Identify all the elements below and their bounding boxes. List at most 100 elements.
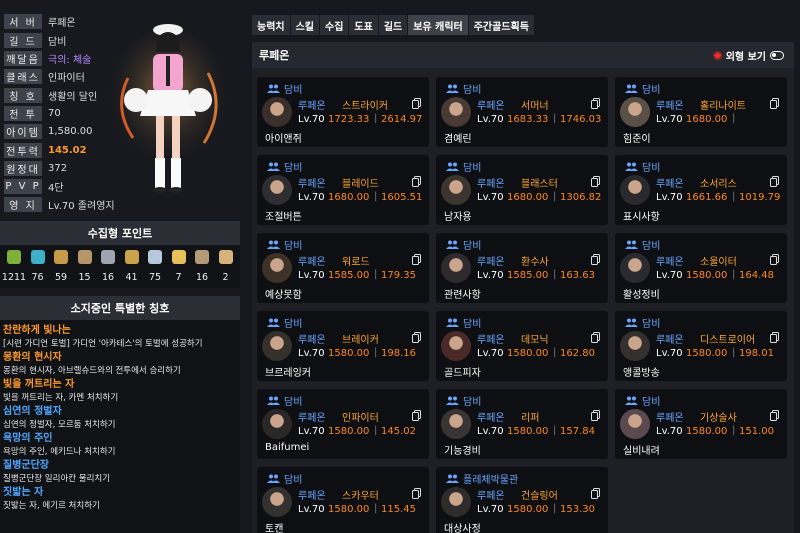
item-level: 1680.00 <box>507 192 549 203</box>
character-card[interactable]: 담비 루페온 환수사 Lv.70 1585.00 | 163.63 관련사항 <box>436 233 608 303</box>
tab-1[interactable]: 스킬 <box>290 15 320 35</box>
character-card[interactable]: 담비 루페온 소울이터 Lv.70 1580.00 | 164.48 활성정비 <box>615 233 787 303</box>
value-divider: | <box>374 113 378 124</box>
title-name: 찬란하게 빛나는 <box>3 325 71 336</box>
character-class: 건슬링어 <box>521 491 558 502</box>
copy-icon[interactable] <box>770 254 779 265</box>
item-level: 1580.00 <box>686 426 728 437</box>
collect-item[interactable]: 59 <box>50 246 72 288</box>
people-icon <box>446 474 459 483</box>
character-guild: 담비 <box>625 81 660 96</box>
copy-icon[interactable] <box>770 176 779 187</box>
outfit-toggle[interactable]: ✺ 외형 보기 <box>713 48 784 63</box>
people-icon <box>446 84 459 93</box>
collect-item[interactable]: 1211 <box>1 246 27 288</box>
character-card[interactable]: 담비 루페온 홀리나이트 Lv.70 1680.00 | 힘준이 <box>615 77 787 147</box>
tab-0[interactable]: 능력치 <box>252 15 290 35</box>
copy-icon[interactable] <box>591 332 600 343</box>
guild-name: 담비 <box>463 241 482 252</box>
title-list: 찬란하게 빛나는 [시련 가디언 토벌] 가디언 '아카테스'의 토벌에 성공하기… <box>0 320 240 533</box>
character-card[interactable]: 담비 루페온 인파이터 Lv.70 1580.00 | 145.02 Baifumei <box>257 389 429 459</box>
character-name: 브르레잉커 <box>265 368 311 379</box>
character-name: 활성정비 <box>623 290 660 301</box>
character-avatar <box>620 409 650 439</box>
combat-power: 179.35 <box>381 270 416 281</box>
copy-icon[interactable] <box>591 488 600 499</box>
value-divider: | <box>374 347 378 358</box>
copy-icon[interactable] <box>770 98 779 109</box>
server-title: 루페온 <box>259 49 290 62</box>
profile-label: 아이템 <box>4 123 42 139</box>
people-icon <box>267 162 280 171</box>
character-server: 루페온 <box>477 179 505 190</box>
character-level: Lv.70 <box>298 114 325 125</box>
copy-icon[interactable] <box>412 332 421 343</box>
copy-icon[interactable] <box>412 98 421 109</box>
character-server: 루페온 <box>477 491 505 502</box>
character-card[interactable]: 담비 루페온 스트라이커 Lv.70 1723.33 | 2614.97 아이앤쥐 <box>257 77 429 147</box>
collect-item[interactable]: 16 <box>191 246 213 288</box>
copy-icon[interactable] <box>591 410 600 421</box>
copy-icon[interactable] <box>412 410 421 421</box>
collect-value: 16 <box>195 272 209 283</box>
character-server: 루페온 <box>477 413 505 424</box>
character-card[interactable]: 담비 루페온 블레이드 Lv.70 1680.00 | 1605.51 조절버튼 <box>257 155 429 225</box>
character-level: Lv.70 <box>298 270 325 281</box>
tab-4[interactable]: 길드 <box>378 15 408 35</box>
tab-2[interactable]: 수집 <box>320 15 349 35</box>
character-guild: 담비 <box>625 393 660 408</box>
profile-panel: 서 버 루페온 길 드 담비 깨달음 극의: 체술 클래스 인파이터 칭 호 생활의 달인 전 투 7… <box>0 0 240 533</box>
copy-icon[interactable] <box>412 176 421 187</box>
character-card[interactable]: 담비 루페온 워로드 Lv.70 1585.00 | 179.35 예상못함 <box>257 233 429 303</box>
profile-value: Lv.70 졸려영지 <box>48 200 115 212</box>
copy-icon[interactable] <box>591 98 600 109</box>
copy-icon[interactable] <box>591 254 600 265</box>
tab-6[interactable]: 주간골드획득 <box>468 15 534 35</box>
character-server: 루페온 <box>656 179 684 190</box>
character-card[interactable]: 담비 루페온 기상술사 Lv.70 1580.00 | 151.00 실비내려 <box>615 389 787 459</box>
character-guild: 담비 <box>446 159 481 174</box>
profile-value: 372 <box>48 162 68 174</box>
collect-points: 1211 76 59 15 16 41 75 7 16 2 <box>0 246 240 288</box>
character-card[interactable]: 담비 루페온 서머너 Lv.70 1683.33 | 1746.03 겸예린 <box>436 77 608 147</box>
guild-name: 담비 <box>642 397 661 408</box>
copy-icon[interactable] <box>591 176 600 187</box>
art-masterpiece-icon <box>124 250 139 264</box>
collect-item[interactable]: 75 <box>144 246 166 288</box>
item-level: 1580.00 <box>507 348 549 359</box>
character-level: Lv.70 <box>298 504 325 515</box>
guild-name: 플레체박물관 <box>463 475 519 486</box>
profile-value: 145.02 <box>48 144 87 156</box>
character-card[interactable]: 담비 루페온 브레이커 Lv.70 1580.00 | 198.16 브르레잉커 <box>257 311 429 381</box>
copy-icon[interactable] <box>412 488 421 499</box>
tab-3[interactable]: 도표 <box>349 15 378 35</box>
collect-value: 1211 <box>1 272 27 283</box>
character-guild: 담비 <box>267 237 302 252</box>
character-guild: 담비 <box>446 81 481 96</box>
character-card[interactable]: 담비 루페온 데모닉 Lv.70 1580.00 | 162.80 골드피자 <box>436 311 608 381</box>
character-card[interactable]: 플레체박물관 루페온 건슬링어 Lv.70 1580.00 | 153.30 대상사정 <box>436 467 608 533</box>
character-avatar <box>620 253 650 283</box>
collect-item[interactable]: 15 <box>74 246 96 288</box>
character-card[interactable]: 담비 루페온 스카우터 Lv.70 1580.00 | 115.45 토캔 <box>257 467 429 533</box>
collect-item[interactable]: 76 <box>27 246 49 288</box>
copy-icon[interactable] <box>770 410 779 421</box>
collect-item[interactable]: 7 <box>168 246 190 288</box>
tab-5[interactable]: 보유 캐릭터 <box>408 15 468 35</box>
collect-item[interactable]: 2 <box>215 246 237 288</box>
collect-item[interactable]: 41 <box>121 246 143 288</box>
title-description: 욕망의 주인, 에키드나 처치하기 <box>3 447 116 457</box>
character-card[interactable]: 담비 루페온 소서리스 Lv.70 1661.66 | 1019.79 표시사항 <box>615 155 787 225</box>
character-card[interactable]: 담비 루페온 리퍼 Lv.70 1580.00 | 157.84 기능경비 <box>436 389 608 459</box>
copy-icon[interactable] <box>770 332 779 343</box>
outfit-label: 외형 보기 <box>725 52 766 63</box>
character-card[interactable]: 담비 루페온 디스트로이어 Lv.70 1580.00 | 198.01 앵콜방송 <box>615 311 787 381</box>
title-description: [시련 가디언 토벌] 가디언 '아카테스'의 토벌에 성공하기 <box>3 339 203 349</box>
collect-item[interactable]: 16 <box>97 246 119 288</box>
character-card[interactable]: 담비 루페온 블래스터 Lv.70 1680.00 | 1306.82 남자용 <box>436 155 608 225</box>
copy-icon[interactable] <box>412 254 421 265</box>
character-class: 소서리스 <box>700 179 737 190</box>
combat-power: 162.80 <box>560 348 595 359</box>
guild-name: 담비 <box>463 163 482 174</box>
item-level: 1683.33 <box>507 114 549 125</box>
